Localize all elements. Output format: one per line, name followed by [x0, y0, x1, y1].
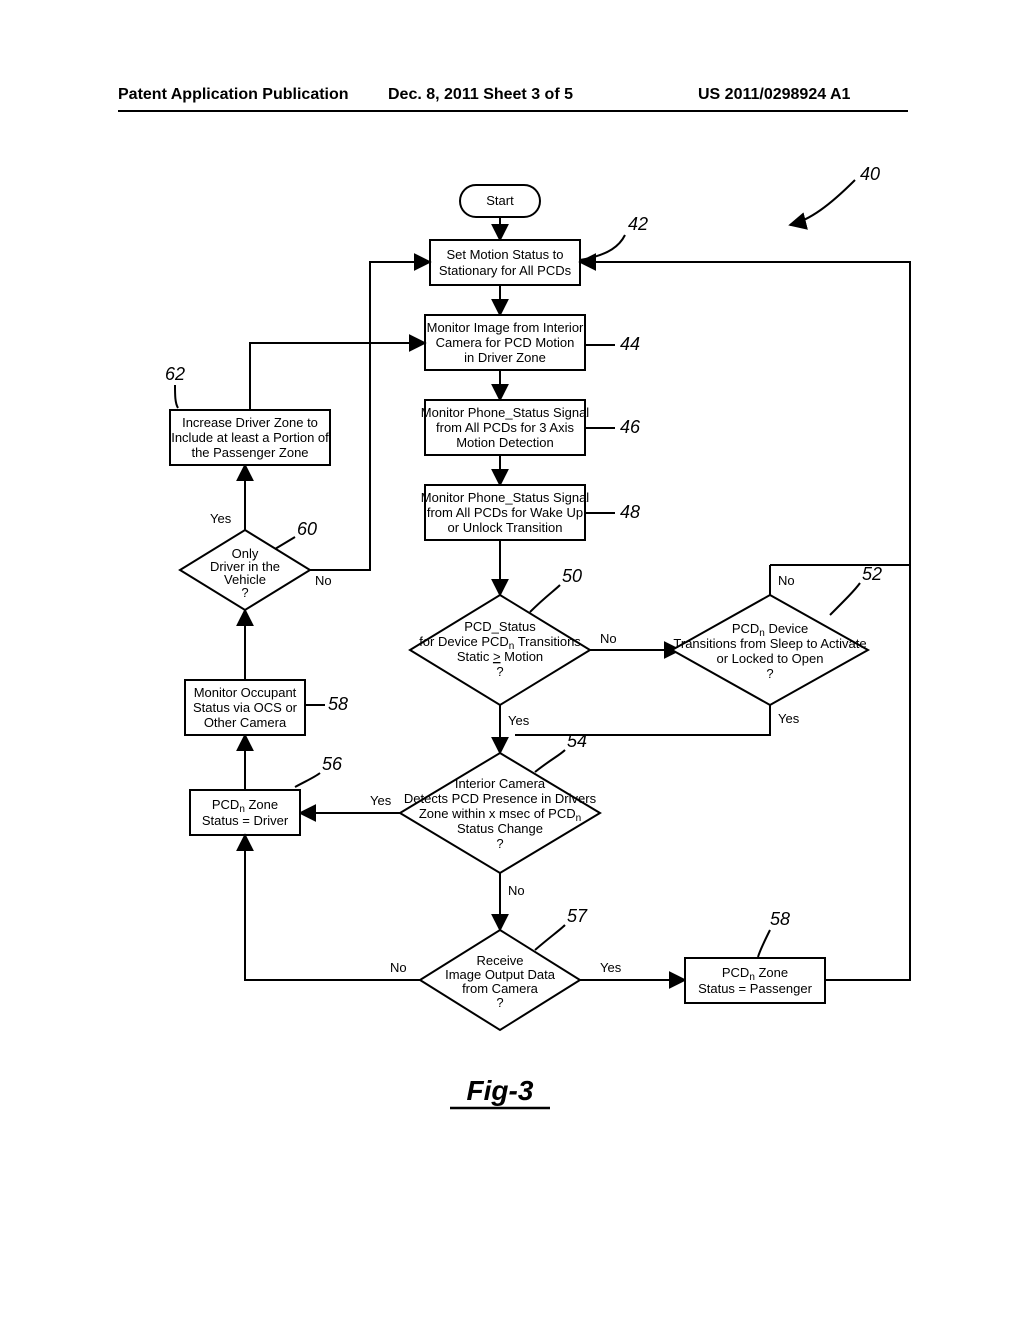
- ref-lead-42: [580, 235, 625, 260]
- ref-lead-62: [275, 537, 295, 549]
- edge-50-52-label: No: [600, 631, 617, 646]
- figure-caption: Fig-3: [467, 1075, 534, 1106]
- ref-58-real: 58: [770, 909, 790, 929]
- ref-57: 57: [567, 906, 588, 926]
- node-46-l1: Monitor Phone_Status Signal: [421, 405, 589, 420]
- node-58-l2: Status = Passenger: [698, 981, 812, 996]
- ref-60: 58: [328, 694, 348, 714]
- node-44-l1: Monitor Image from Interior: [427, 320, 584, 335]
- node-56-l2: Status = Driver: [202, 813, 289, 828]
- node-60-l1: Monitor Occupant: [194, 685, 297, 700]
- node-44-l2: Camera for PCD Motion: [436, 335, 575, 350]
- ref-arrow-40: [790, 180, 855, 225]
- node-57-l4: ?: [496, 995, 503, 1010]
- edge-62-64-label: Yes: [210, 511, 232, 526]
- header-left: Patent Application Publication: [118, 86, 349, 104]
- node-54-l1: Interior Camera: [455, 776, 546, 791]
- node-42-l2: Stationary for All PCDs: [439, 263, 572, 278]
- node-54-l2: Detects PCD Presence in Drivers: [404, 791, 597, 806]
- node-57-l2: Image Output Data: [445, 967, 556, 982]
- node-52-l3: or Locked to Open: [717, 651, 824, 666]
- header-right: US 2011/0298924 A1: [698, 86, 850, 104]
- node-50-l4: ?: [496, 664, 503, 679]
- flowchart-figure: 40 Start Set Motion Status to Stationary…: [110, 165, 940, 1225]
- node-54-l4: Status Change: [457, 821, 543, 836]
- ref-64: 62: [165, 364, 185, 384]
- ref-62: 60: [297, 519, 317, 539]
- node-60-l2: Status via OCS or: [193, 700, 298, 715]
- header-mid: Dec. 8, 2011 Sheet 3 of 5: [388, 86, 573, 104]
- edge-54-56-label: Yes: [370, 793, 392, 808]
- ref-44: 44: [620, 334, 640, 354]
- node-54-l5: ?: [496, 836, 503, 851]
- edge-52-yes-label: Yes: [778, 711, 800, 726]
- header-rule: [118, 110, 908, 112]
- edge-58-return: [825, 565, 910, 980]
- node-42-l1: Set Motion Status to: [446, 247, 563, 262]
- edge-64-44: [250, 343, 425, 410]
- node-64-l2: Include at least a Portion of: [171, 430, 329, 445]
- ref-lead-52: [830, 583, 860, 615]
- ref-lead-64: [175, 385, 178, 408]
- node-46-l2: from All PCDs for 3 Axis: [436, 420, 574, 435]
- ref-lead-58: [758, 930, 770, 957]
- node-44-l3: in Driver Zone: [464, 350, 546, 365]
- ref-40: 40: [860, 165, 880, 184]
- node-62-l4: ?: [241, 585, 248, 600]
- edge-54-57-label: No: [508, 883, 525, 898]
- ref-lead-54: [535, 750, 565, 772]
- node-64-l1: Increase Driver Zone to: [182, 415, 318, 430]
- ref-48: 48: [620, 502, 640, 522]
- ref-46: 46: [620, 417, 641, 437]
- node-50-l3: Static > Motion: [457, 649, 543, 664]
- ref-42: 42: [628, 214, 648, 234]
- ref-54: 54: [567, 731, 587, 751]
- edge-50-54-label: Yes: [508, 713, 530, 728]
- ref-52: 52: [862, 564, 882, 584]
- node-64-l3: the Passenger Zone: [191, 445, 308, 460]
- node-46-l3: Motion Detection: [456, 435, 554, 450]
- node-48-l2: from All PCDs for Wake Up: [427, 505, 583, 520]
- node-57-l1: Receive: [477, 953, 524, 968]
- node-start-text: Start: [486, 193, 514, 208]
- node-52-l2: Transitions from Sleep to Activate: [673, 636, 866, 651]
- edge-52-no-label: No: [778, 573, 795, 588]
- edge-57-56-label: No: [390, 960, 407, 975]
- ref-50: 50: [562, 566, 582, 586]
- node-50-l1: PCD_Status: [464, 619, 536, 634]
- node-48-l1: Monitor Phone_Status Signal: [421, 490, 589, 505]
- edge-57-56: [245, 835, 420, 980]
- node-52-l4: ?: [766, 666, 773, 681]
- node-48-l3: or Unlock Transition: [448, 520, 563, 535]
- edge-62-no-label: No: [315, 573, 332, 588]
- edge-57-58-label: Yes: [600, 960, 622, 975]
- ref-lead-56: [295, 773, 320, 787]
- ref-56: 56: [322, 754, 343, 774]
- node-57-l3: from Camera: [462, 981, 539, 996]
- ref-lead-57: [535, 925, 565, 950]
- edge-52-yes: [515, 705, 770, 735]
- node-60-l3: Other Camera: [204, 715, 287, 730]
- ref-lead-50: [530, 585, 560, 612]
